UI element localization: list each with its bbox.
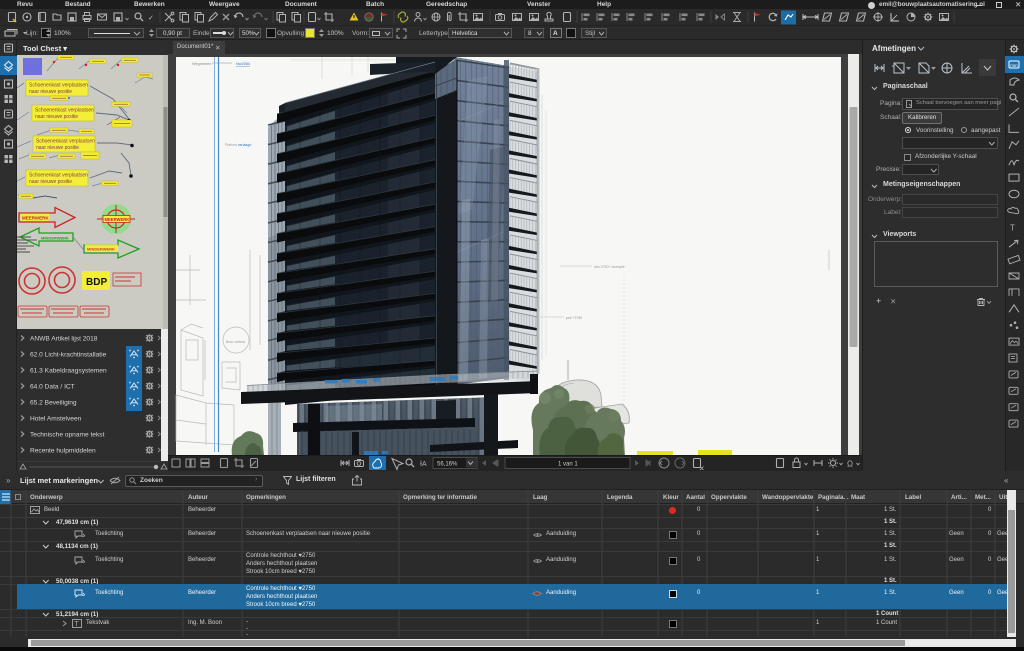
svg-text:Schoenenkast verplaatsen: Schoenenkast verplaatsen (29, 173, 88, 179)
svg-text:64.0 Data / ICT: 64.0 Data / ICT (30, 384, 75, 391)
svg-text:ƗA: ƗA (420, 461, 427, 468)
svg-text:naar nieuwe positie: naar nieuwe positie (29, 89, 72, 95)
svg-text:mm: mm (1010, 63, 1018, 68)
svg-text:peil +2750: peil +2750 (566, 316, 582, 320)
svg-text:naar nieuwe positie: naar nieuwe positie (29, 179, 72, 185)
svg-text:1 van 1: 1 van 1 (558, 462, 578, 468)
svg-text:Schoenenkast verplaatsen: Schoenenkast verplaatsen (35, 108, 94, 114)
svg-text:Wegnemen: Wegnemen (192, 62, 211, 66)
svg-text:MEERWERK: MEERWERK (105, 217, 130, 222)
svg-text:MINDERWERK: MINDERWERK (87, 247, 115, 252)
svg-text:T: T (1010, 223, 1015, 232)
svg-text:Ω: Ω (847, 460, 853, 469)
svg-text:56,16%: 56,16% (437, 462, 458, 468)
svg-text:61.3 Kabeldraagsystemen: 61.3 Kabeldraagsystemen (30, 368, 107, 375)
svg-text:dim 2750+ vloerpeil: dim 2750+ vloerpeil (594, 265, 625, 269)
svg-text:naar nieuwe positie: naar nieuwe positie (35, 114, 78, 120)
svg-text:naar nieuwe positie: naar nieuwe positie (36, 145, 79, 151)
svg-text:Recente hulpmiddelen: Recente hulpmiddelen (30, 448, 96, 455)
svg-text:✓: ✓ (148, 15, 154, 22)
svg-text:Boor verbod: Boor verbod (226, 340, 245, 344)
svg-text:MINDERWERK: MINDERWERK (41, 236, 69, 241)
svg-text:Hotel Amstelveen: Hotel Amstelveen (30, 416, 82, 423)
svg-text:T: T (75, 621, 80, 628)
svg-text:62.0 Licht-krachtinstallatie: 62.0 Licht-krachtinstallatie (30, 352, 107, 359)
svg-text:65.2 Beveiliging: 65.2 Beveiliging (30, 400, 77, 407)
svg-text:Schoenenkast verplaatsen: Schoenenkast verplaatsen (36, 139, 95, 145)
svg-text:ANWB Artikel lijst 2018: ANWB Artikel lijst 2018 (30, 336, 98, 343)
svg-text:BDP: BDP (86, 277, 107, 288)
svg-text:MEERWERK: MEERWERK (22, 216, 49, 221)
svg-text:Nw2584: Nw2584 (236, 62, 250, 66)
svg-text:Schoenenkast verplaatsen: Schoenenkast verplaatsen (29, 83, 88, 89)
svg-text:Plafond verlaagd: Plafond verlaagd (225, 143, 251, 147)
svg-text:Technische opname tekst: Technische opname tekst (30, 432, 105, 439)
